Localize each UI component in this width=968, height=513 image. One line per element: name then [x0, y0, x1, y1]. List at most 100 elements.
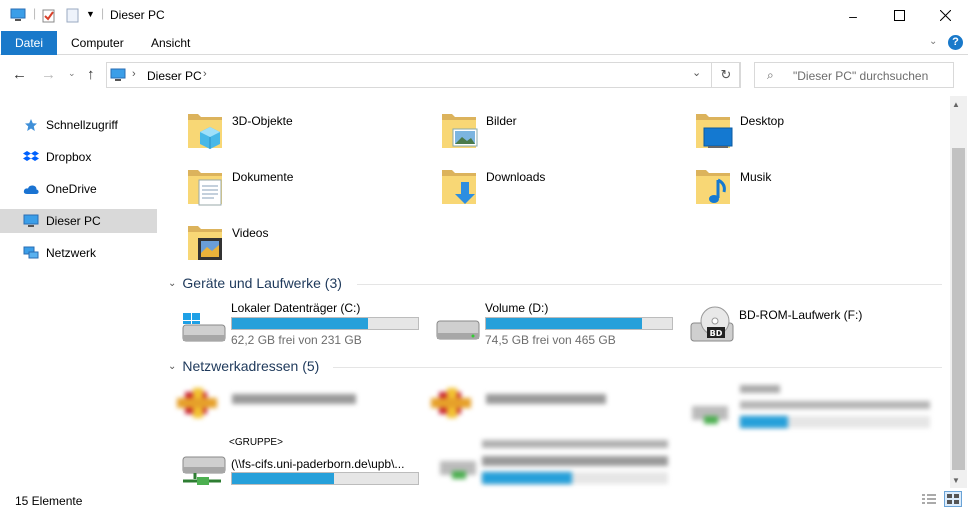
network-drive-path: (\\fs-cifs.uni-paderborn.de\upb\...: [231, 457, 405, 471]
group-header-drives[interactable]: ⌄ Geräte und Laufwerke (3): [168, 275, 342, 291]
hard-drive-icon: [435, 317, 481, 346]
documents-icon: [186, 164, 226, 208]
network-location-icon[interactable]: [431, 388, 489, 418]
redacted-network-name: [486, 394, 606, 404]
drive-d[interactable]: Volume (D:) 74,5 GB frei von 465 GB: [435, 301, 685, 351]
drive-f[interactable]: BD BD-ROM-Laufwerk (F:): [689, 301, 939, 351]
computer-icon: [110, 68, 126, 85]
forward-icon[interactable]: →: [41, 66, 56, 83]
expand-ribbon-icon[interactable]: ⌄: [929, 36, 937, 47]
network-drive-icon: [181, 455, 227, 492]
network-icon: [22, 246, 40, 260]
folder-label: Desktop: [740, 114, 785, 128]
cloud-icon: [22, 182, 40, 196]
minimize-button[interactable]: –: [830, 0, 876, 31]
network-drive-icon[interactable]: [438, 455, 478, 481]
recent-locations-icon[interactable]: ⌄: [68, 68, 76, 79]
breadcrumb-separator-icon[interactable]: ›: [203, 68, 207, 80]
windows-drive-icon: [181, 311, 227, 348]
tab-datei[interactable]: Datei: [1, 31, 58, 55]
refresh-icon: ↻: [720, 67, 732, 82]
drive-label: Volume (D:): [485, 301, 549, 315]
group-label: Geräte und Laufwerke (3): [182, 275, 342, 291]
drive-c[interactable]: Lokaler Datenträger (C:) 62,2 GB frei vo…: [181, 301, 431, 351]
drive-usage-bar: [485, 317, 673, 330]
drive-usage-bar: [231, 317, 419, 330]
3d-objects-icon: [186, 108, 226, 152]
title-bar: | ▼ | Dieser PC –: [0, 0, 968, 31]
download-arrow-icon: [440, 164, 480, 208]
folder-label: Bilder: [486, 114, 517, 128]
search-input[interactable]: ⌕ "Dieser PC" durchsuchen: [754, 62, 954, 88]
music-note-icon: [694, 164, 734, 208]
sidebar-item-schnellzugriff[interactable]: Schnellzugriff: [0, 113, 157, 137]
drive-label: Lokaler Datenträger (C:): [231, 301, 361, 315]
group-divider: [333, 367, 942, 368]
scroll-up-icon[interactable]: ▲: [952, 100, 960, 109]
folder-bilder[interactable]: Bilder: [440, 108, 680, 158]
new-folder-icon[interactable]: [66, 8, 79, 26]
network-drive-icon[interactable]: [690, 400, 730, 426]
folder-musik[interactable]: Musik: [694, 164, 934, 214]
search-placeholder: "Dieser PC" durchsuchen: [793, 69, 929, 83]
sidebar-item-label: Netzwerk: [46, 246, 97, 260]
scrollbar-thumb[interactable]: [952, 148, 965, 470]
svg-text:BD: BD: [710, 329, 723, 338]
redacted-network-name: [740, 401, 930, 409]
properties-icon[interactable]: [42, 8, 56, 26]
network-location-icon[interactable]: [177, 388, 235, 418]
breadcrumb-separator-icon[interactable]: ›: [132, 68, 136, 80]
customize-toolbar-icon[interactable]: ▼: [86, 9, 95, 19]
sidebar-item-dropbox[interactable]: Dropbox: [0, 145, 157, 169]
redacted-network-name: [482, 456, 668, 466]
dropbox-icon: [22, 150, 40, 164]
folder-desktop[interactable]: Desktop: [694, 108, 934, 158]
folder-label: Dokumente: [232, 170, 294, 184]
folder-label: Musik: [740, 170, 772, 184]
desktop-icon: [694, 108, 734, 152]
star-icon: [22, 118, 40, 132]
sidebar-item-label: Schnellzugriff: [46, 118, 118, 132]
breadcrumb-dieser-pc[interactable]: Dieser PC: [147, 69, 202, 83]
up-icon[interactable]: ↑: [87, 66, 95, 83]
window-title: Dieser PC: [110, 8, 165, 22]
address-bar[interactable]: › Dieser PC › ⌄: [106, 62, 740, 88]
folder-label: Downloads: [486, 170, 546, 184]
close-button[interactable]: [922, 0, 968, 31]
help-icon[interactable]: ?: [948, 35, 963, 50]
tab-ansicht[interactable]: Ansicht: [137, 31, 204, 55]
drive-free-space: 62,2 GB frei von 231 GB: [231, 333, 362, 347]
drive-free-space: 74,5 GB frei von 465 GB: [485, 333, 616, 347]
group-divider: [357, 284, 942, 285]
drive-label: BD-ROM-Laufwerk (F:): [739, 308, 863, 322]
redacted-network-name: [232, 394, 356, 404]
network-drive-gruppe[interactable]: <GRUPPE> (\\fs-cifs.uni-paderborn.de\upb…: [181, 437, 431, 487]
folder-label: Videos: [232, 226, 269, 240]
scroll-down-icon[interactable]: ▼: [952, 476, 960, 485]
back-icon[interactable]: ←: [12, 66, 27, 83]
large-icons-view-icon[interactable]: [944, 491, 962, 507]
folder-videos[interactable]: Videos: [186, 220, 426, 270]
details-view-icon[interactable]: [922, 493, 936, 508]
drive-usage-bar: [231, 472, 419, 485]
network-drive-group: <GRUPPE>: [229, 437, 283, 448]
folder-3d-objekte[interactable]: 3D-Objekte: [186, 108, 426, 158]
folder-downloads[interactable]: Downloads: [440, 164, 680, 214]
group-header-network[interactable]: ⌄ Netzwerkadressen (5): [168, 358, 319, 374]
address-dropdown-icon[interactable]: ⌄: [692, 66, 701, 79]
group-label: Netzwerkadressen (5): [182, 358, 320, 374]
sidebar-item-label: OneDrive: [46, 182, 97, 196]
maximize-button[interactable]: [876, 0, 922, 31]
item-count: 15 Elemente: [15, 494, 83, 508]
pictures-icon: [440, 108, 480, 152]
sidebar-item-netzwerk[interactable]: Netzwerk: [0, 241, 157, 265]
chevron-down-icon: ⌄: [168, 360, 177, 372]
bluray-drive-icon: BD: [689, 305, 735, 348]
computer-icon: [22, 214, 40, 228]
folder-dokumente[interactable]: Dokumente: [186, 164, 426, 214]
tab-computer[interactable]: Computer: [57, 31, 138, 55]
refresh-button[interactable]: ↻: [711, 62, 741, 88]
sidebar-item-onedrive[interactable]: OneDrive: [0, 177, 157, 201]
computer-icon: [10, 8, 26, 25]
sidebar-item-dieser-pc[interactable]: Dieser PC: [0, 209, 157, 233]
